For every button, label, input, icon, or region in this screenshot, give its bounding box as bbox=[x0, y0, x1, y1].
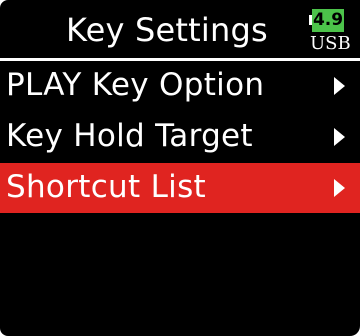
chevron-right-icon bbox=[334, 77, 345, 95]
battery-level: 4.9 bbox=[312, 9, 344, 32]
page-title: Key Settings bbox=[66, 11, 268, 49]
device-screen: Key Settings 4.9 USB PLAY Key Option Key… bbox=[0, 0, 360, 336]
chevron-right-icon bbox=[334, 128, 345, 146]
menu-item-label: Key Hold Target bbox=[6, 118, 253, 154]
menu-item-key-hold-target[interactable]: Key Hold Target bbox=[0, 112, 360, 162]
menu-item-label: PLAY Key Option bbox=[6, 67, 265, 103]
menu-list: PLAY Key Option Key Hold Target Shortcut… bbox=[0, 61, 360, 214]
menu-item-label: Shortcut List bbox=[6, 169, 206, 205]
menu-item-shortcut-list[interactable]: Shortcut List bbox=[0, 163, 360, 213]
menu-item-play-key-option[interactable]: PLAY Key Option bbox=[0, 61, 360, 111]
power-source-label: USB bbox=[310, 33, 351, 54]
battery-indicator: 4.9 USB bbox=[309, 8, 351, 58]
chevron-right-icon bbox=[334, 179, 345, 197]
title-bar: Key Settings 4.9 USB bbox=[0, 0, 360, 60]
